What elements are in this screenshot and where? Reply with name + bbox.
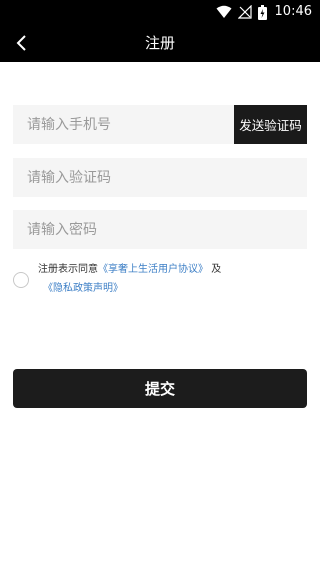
agreement-line-2: 《隐私政策声明》 bbox=[43, 281, 123, 297]
agreement-prefix: 注册表示同意 bbox=[38, 264, 98, 275]
status-bar: 10:46 bbox=[0, 0, 320, 24]
agree-radio[interactable] bbox=[13, 272, 29, 288]
battery-icon bbox=[257, 4, 267, 20]
user-agreement-link[interactable]: 《享奢上生活用户协议》 bbox=[98, 264, 208, 275]
page-title: 注册 bbox=[144, 34, 175, 52]
status-icons: 10:46 bbox=[216, 0, 312, 24]
agreement-conjunction: 及 bbox=[211, 264, 222, 275]
back-button[interactable] bbox=[4, 24, 38, 62]
chevron-left-icon bbox=[16, 35, 26, 51]
submit-button[interactable]: 提交 bbox=[13, 369, 307, 408]
password-input[interactable] bbox=[13, 210, 307, 249]
send-code-button[interactable]: 发送验证码 bbox=[234, 105, 307, 144]
status-time: 10:46 bbox=[274, 4, 312, 19]
code-field bbox=[13, 158, 307, 197]
privacy-policy-link[interactable]: 《隐私政策声明》 bbox=[43, 283, 123, 294]
nav-bar: 注册 bbox=[0, 24, 320, 62]
agreement-line: 注册表示同意《享奢上生活用户协议》 及 bbox=[38, 262, 221, 278]
signal-icon bbox=[237, 5, 252, 19]
password-field bbox=[13, 210, 307, 249]
code-input[interactable] bbox=[13, 158, 307, 197]
agreement: 注册表示同意《享奢上生活用户协议》 及 《隐私政策声明》 bbox=[13, 262, 307, 302]
phone-field: 发送验证码 bbox=[13, 105, 307, 144]
wifi-icon bbox=[216, 5, 232, 18]
